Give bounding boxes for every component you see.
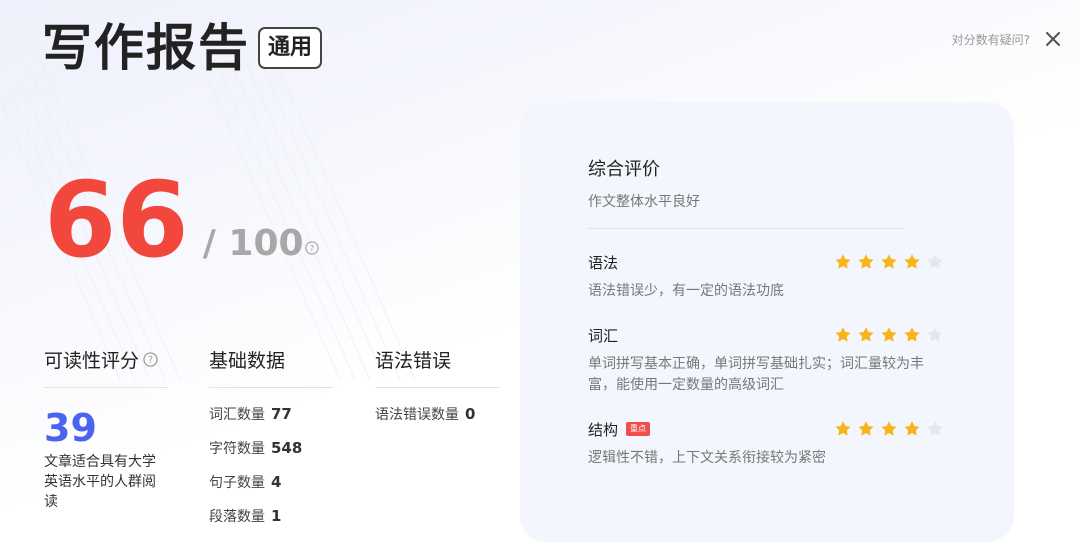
- grammar-errors-list: 语法错误数量 0: [375, 398, 499, 432]
- basic-data-section: 基础数据 词汇数量 77 字符数量 548 句子数量 4 段落数量 1: [209, 346, 333, 534]
- score-total: / 100: [202, 223, 304, 264]
- star-icon: [904, 327, 920, 342]
- readability-label: 可读性评分: [44, 350, 140, 372]
- grammar-errors-header: 语法错误: [375, 346, 499, 388]
- star-icon: [858, 421, 874, 436]
- star-rating: [829, 326, 944, 344]
- criterion-desc: 逻辑性不错，上下文关系衔接较为紧密: [588, 450, 826, 466]
- criterion-name-wrap: 语法: [588, 252, 618, 273]
- readability-header: 可读性评分 ?: [44, 346, 168, 388]
- score-doubt-link[interactable]: 对分数有疑问?: [952, 31, 1030, 48]
- type-badge: 通用: [258, 27, 323, 69]
- star-icon: [904, 421, 920, 436]
- evaluation-content: 综合评价 作文整体水平良好 语法 语法错误少，有一定的语法功底 词汇 单词拼写基…: [588, 158, 944, 469]
- stat-value: 77: [271, 405, 292, 423]
- criterion-head: 词汇: [588, 324, 944, 346]
- question-circle-icon[interactable]: ?: [304, 241, 319, 255]
- stat-paragraph-count: 段落数量 1: [209, 500, 333, 534]
- svg-text:?: ?: [148, 355, 153, 366]
- star-icon: [881, 421, 897, 436]
- star-icon: [927, 254, 943, 269]
- stat-label: 字符数量: [209, 441, 265, 457]
- criterion-desc: 单词拼写基本正确，单词拼写基础扎实；词汇量较为丰富，能使用一定数量的高级词汇: [588, 356, 924, 393]
- star-icon: [927, 421, 943, 436]
- key-point-badge: 重点: [626, 422, 651, 436]
- criterion-vocabulary: 词汇 单词拼写基本正确，单词拼写基础扎实；词汇量较为丰富，能使用一定数量的高级词…: [588, 324, 944, 396]
- evaluation-title: 综合评价: [588, 159, 660, 180]
- basic-data-list: 词汇数量 77 字符数量 548 句子数量 4 段落数量 1: [209, 398, 333, 534]
- criterion-structure: 结构 重点 逻辑性不错，上下文关系衔接较为紧密: [588, 418, 944, 469]
- star-icon: [881, 327, 897, 342]
- star-icon: [858, 327, 874, 342]
- stat-char-count: 字符数量 548: [209, 432, 333, 466]
- criterion-desc: 语法错误少，有一定的语法功底: [588, 283, 784, 299]
- star-icon: [858, 254, 874, 269]
- criterion-name-wrap: 结构 重点: [588, 419, 651, 440]
- stat-label: 语法错误数量: [375, 407, 459, 423]
- star-icon: [927, 327, 943, 342]
- criterion-name: 语法: [588, 253, 619, 272]
- stat-value: 548: [271, 439, 303, 457]
- stat-label: 词汇数量: [209, 407, 265, 423]
- readability-section: 可读性评分 ? 39 文章适合具有大学英语水平的人群阅读: [44, 346, 168, 512]
- stat-label: 段落数量: [209, 509, 265, 525]
- star-rating: [829, 420, 944, 438]
- stat-word-count: 词汇数量 77: [209, 398, 333, 432]
- stat-value: 0: [465, 405, 476, 423]
- criterion-name: 结构: [588, 420, 619, 439]
- stat-label: 句子数量: [209, 475, 265, 491]
- star-icon: [835, 254, 851, 269]
- close-icon[interactable]: [1042, 28, 1064, 50]
- criterion-name: 词汇: [588, 326, 619, 345]
- evaluation-panel: 综合评价 作文整体水平良好 语法 语法错误少，有一定的语法功底 词汇 单词拼写基…: [520, 102, 1014, 542]
- basic-data-label: 基础数据: [209, 350, 286, 372]
- star-icon: [904, 254, 920, 269]
- stat-value: 4: [271, 473, 282, 491]
- criterion-head: 结构 重点: [588, 418, 944, 440]
- grammar-errors-section: 语法错误 语法错误数量 0: [375, 346, 499, 432]
- star-icon: [881, 254, 897, 269]
- stat-grammar-error-count: 语法错误数量 0: [375, 398, 499, 432]
- divider: [588, 228, 904, 229]
- score-value: 66: [44, 159, 189, 281]
- stat-sentence-count: 句子数量 4: [209, 466, 333, 500]
- header: 写作报告 通用: [42, 18, 323, 78]
- readability-score: 39: [44, 406, 97, 450]
- stat-value: 1: [271, 507, 282, 525]
- total-score: 66 / 100 ?: [44, 168, 319, 272]
- top-actions: 对分数有疑问?: [952, 28, 1064, 50]
- evaluation-subtitle: 作文整体水平良好: [588, 194, 700, 210]
- star-rating: [829, 253, 944, 271]
- svg-text:?: ?: [309, 244, 314, 254]
- star-icon: [835, 327, 851, 342]
- star-icon: [835, 421, 851, 436]
- criterion-name-wrap: 词汇: [588, 325, 618, 346]
- question-circle-icon[interactable]: ?: [143, 352, 158, 367]
- criterion-grammar: 语法 语法错误少，有一定的语法功底: [588, 251, 944, 302]
- page-title: 写作报告: [42, 19, 250, 77]
- grammar-errors-label: 语法错误: [375, 350, 452, 372]
- criterion-head: 语法: [588, 251, 944, 273]
- readability-desc: 文章适合具有大学英语水平的人群阅读: [44, 454, 156, 510]
- basic-data-header: 基础数据: [209, 346, 333, 388]
